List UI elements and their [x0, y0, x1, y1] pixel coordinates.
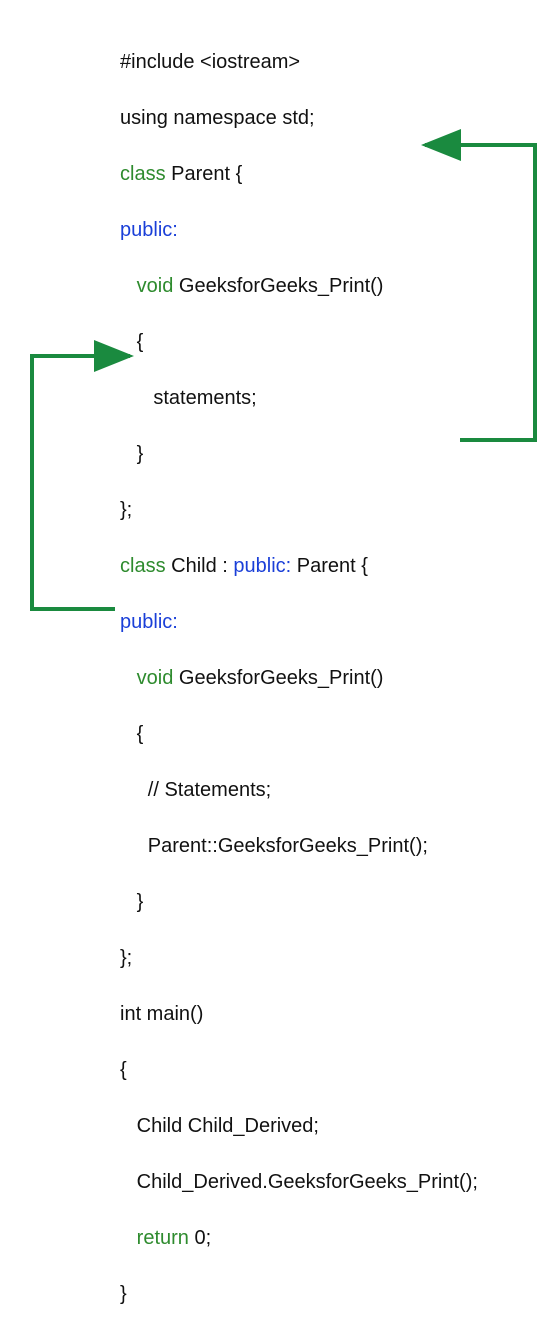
comment-line: // Statements; [148, 779, 271, 801]
void-keyword: void [137, 275, 174, 297]
child-decl-post: Parent { [291, 555, 368, 577]
class-keyword: class [120, 555, 166, 577]
brace-open: { [120, 1059, 127, 1081]
brace-open: { [137, 723, 144, 745]
arrow-call-to-child-method [32, 356, 130, 609]
return-keyword: return [137, 1227, 189, 1249]
brace-close: } [120, 1283, 127, 1305]
statements-line: statements; [153, 387, 256, 409]
child-call-line: Child_Derived.GeeksforGeeks_Print(); [137, 1171, 478, 1193]
parent-call-line: Parent::GeeksforGeeks_Print(); [148, 835, 428, 857]
child-declare-line: Child Child_Derived; [137, 1115, 319, 1137]
parent-method-signature: GeeksforGeeks_Print() [173, 275, 383, 297]
public-keyword: public: [120, 611, 178, 633]
return-value: 0; [189, 1227, 211, 1249]
child-method-signature: GeeksforGeeks_Print() [173, 667, 383, 689]
int-main-line: int main() [120, 1003, 203, 1025]
void-keyword: void [137, 667, 174, 689]
class-keyword: class [120, 163, 166, 185]
public-keyword: public: [120, 219, 178, 241]
include-line: #include <iostream> [120, 51, 300, 73]
child-decl-pre: Child : [166, 555, 234, 577]
code-block: #include <iostream> using namespace std;… [120, 20, 478, 1320]
brace-close: } [137, 443, 144, 465]
brace-close: } [137, 891, 144, 913]
parent-class-name: Parent { [166, 163, 243, 185]
public-keyword-inherit: public: [233, 555, 291, 577]
brace-open: { [137, 331, 144, 353]
class-close: }; [120, 499, 132, 521]
using-line: using namespace std; [120, 107, 315, 129]
class-close: }; [120, 947, 132, 969]
